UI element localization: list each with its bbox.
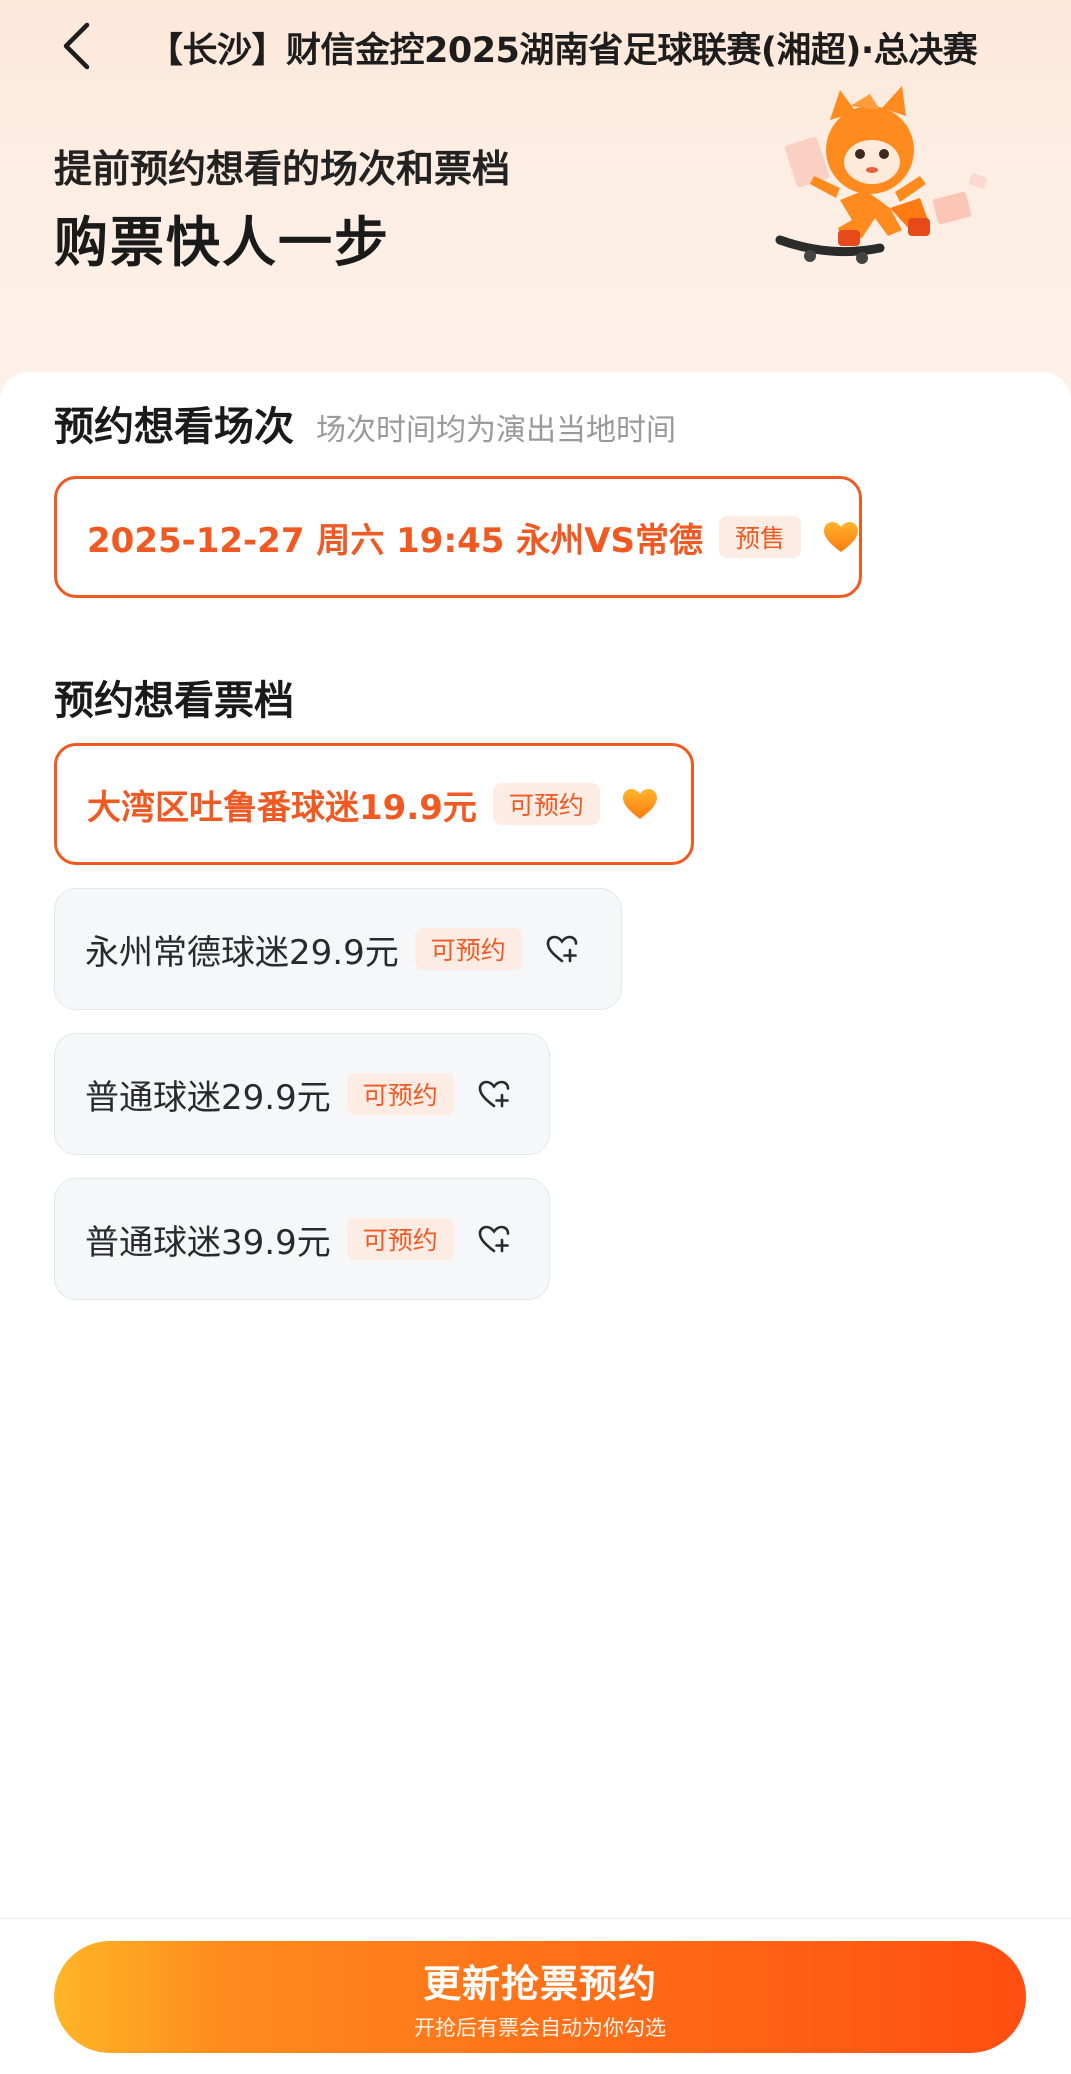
- session-label: 2025-12-27 周六 19:45 永州VS常德: [87, 520, 704, 561]
- status-badge: 预售: [719, 516, 802, 558]
- status-badge: 可预约: [492, 783, 600, 825]
- footer-bar: 更新抢票预约 开抢后有票会自动为你勾选: [0, 1918, 1071, 2074]
- status-badge: 可预约: [346, 1073, 454, 1115]
- heart-plus-icon: [476, 1222, 512, 1256]
- status-badge: 可预约: [414, 928, 522, 970]
- cta-sublabel: 开抢后有票会自动为你勾选: [414, 2015, 666, 2040]
- ticket-label: 普通球迷29.9元: [85, 1077, 331, 1118]
- ticket-label: 大湾区吐鲁番球迷19.9元: [87, 787, 477, 828]
- ticket-option-4[interactable]: 普通球迷39.9元 可预约: [54, 1178, 550, 1300]
- hero-title: 购票快人一步: [54, 211, 390, 274]
- back-button[interactable]: [52, 20, 100, 72]
- update-reservation-button[interactable]: 更新抢票预约 开抢后有票会自动为你勾选: [54, 1941, 1026, 2053]
- sessions-note: 场次时间均为演出当地时间: [316, 413, 676, 448]
- heart-filled-icon: [823, 520, 859, 554]
- hero-subtitle: 提前预约想看的场次和票档: [54, 147, 511, 191]
- hero-banner: 【长沙】财信金控2025湖南省足球联赛(湘超)·总决赛 提前预约想看的场次和票档…: [0, 0, 1071, 420]
- cta-label: 更新抢票预约: [422, 1961, 657, 2006]
- heart-plus-icon: [544, 932, 580, 966]
- ticket-option-3[interactable]: 普通球迷29.9元 可预约: [54, 1033, 550, 1155]
- ticket-option-1[interactable]: 大湾区吐鲁番球迷19.9元 可预约: [54, 743, 694, 865]
- ticket-label: 普通球迷39.9元: [85, 1222, 331, 1263]
- heart-filled-icon: [622, 787, 658, 821]
- session-option-1[interactable]: 2025-12-27 周六 19:45 永州VS常德 预售: [54, 476, 862, 598]
- ticket-option-2[interactable]: 永州常德球迷29.9元 可预约: [54, 888, 622, 1010]
- page-title: 【长沙】财信金控2025湖南省足球联赛(湘超)·总决赛: [148, 31, 978, 71]
- heart-plus-icon: [476, 1077, 512, 1111]
- status-badge: 可预约: [346, 1218, 454, 1260]
- page: 【长沙】财信金控2025湖南省足球联赛(湘超)·总决赛 提前预约想看的场次和票档…: [0, 0, 1071, 2074]
- tickets-section-title: 预约想看票档: [54, 678, 294, 724]
- sessions-section-title: 预约想看场次: [54, 404, 294, 450]
- ticket-label: 永州常德球迷29.9元: [85, 932, 399, 973]
- chevron-left-icon: [63, 22, 90, 70]
- mascot-illustration: [775, 86, 988, 264]
- reservation-card: 预约想看场次 场次时间均为演出当地时间 2025-12-27 周六 19:45 …: [0, 372, 1071, 1912]
